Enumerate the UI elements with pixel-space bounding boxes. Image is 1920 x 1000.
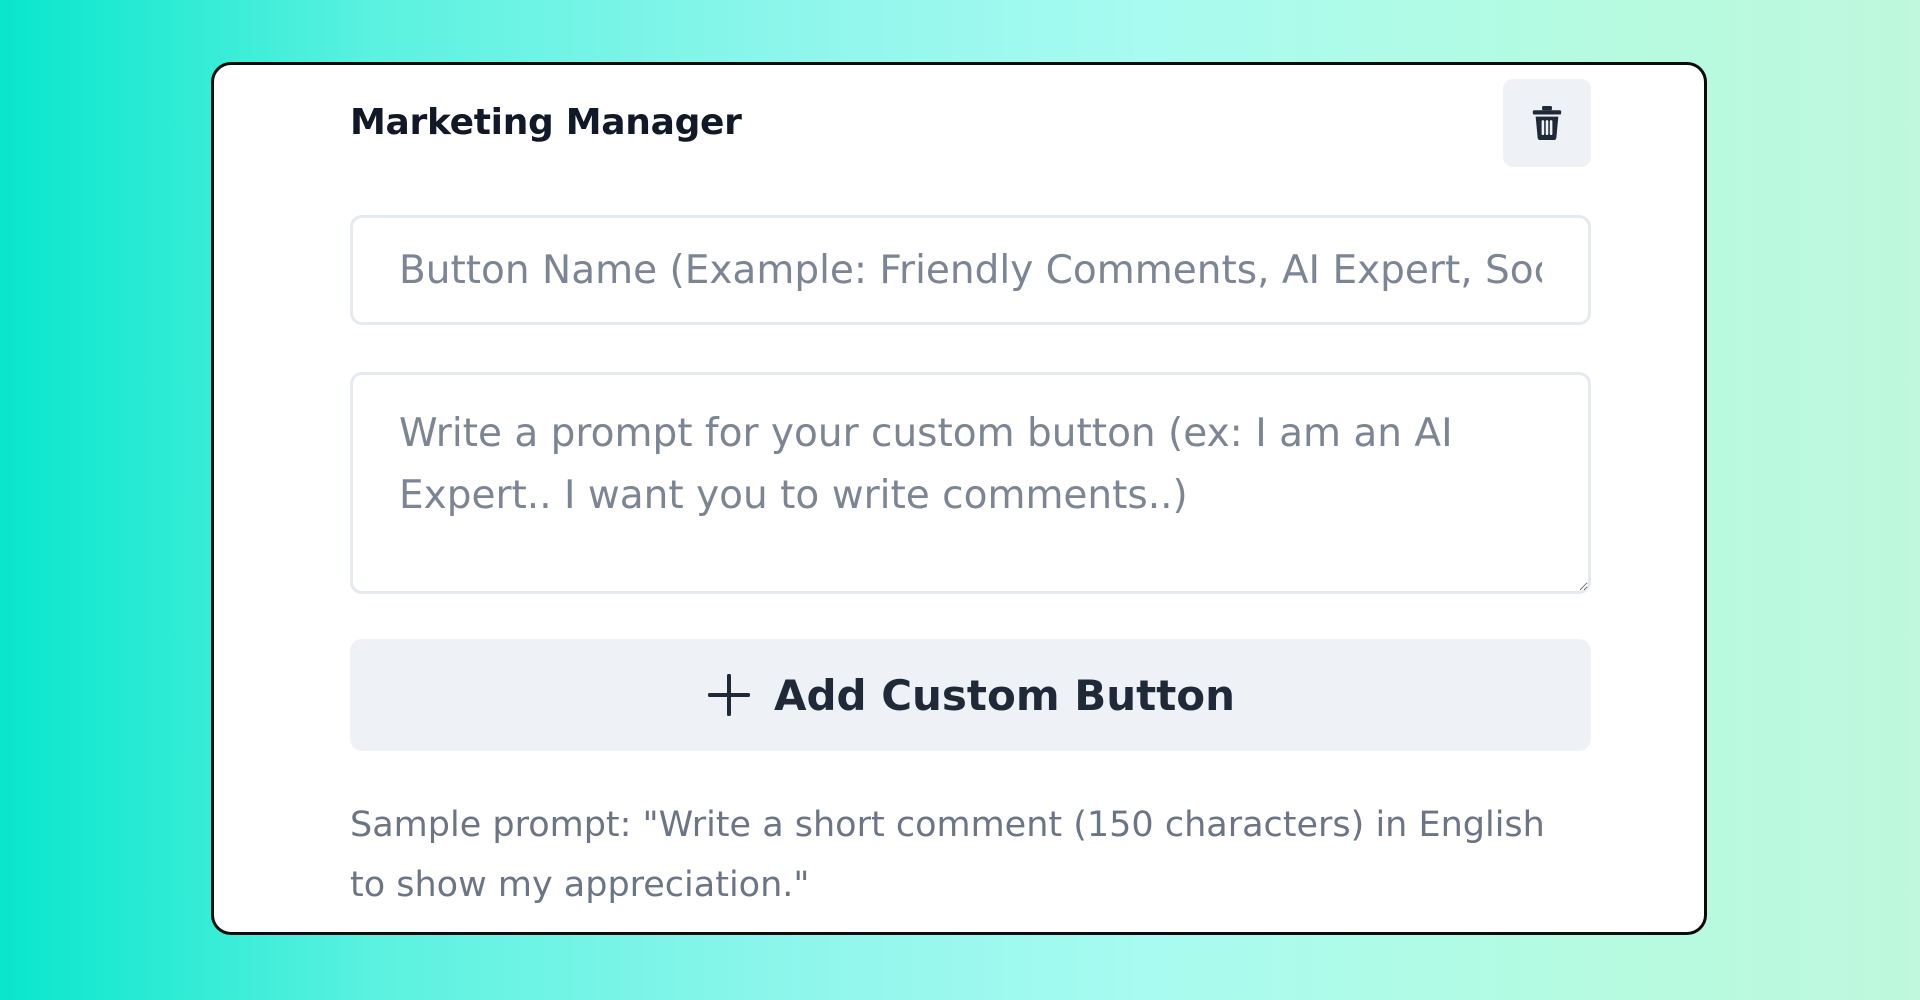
button-name-input[interactable] [350,215,1591,325]
plus-icon [707,674,750,716]
card-title: Marketing Manager [350,102,742,143]
custom-button-card: Marketing Manager Add Custom Button [211,62,1707,935]
sample-prompt-text: Sample prompt: "Write a short comment (1… [350,805,1545,905]
add-custom-button[interactable]: Add Custom Button [350,639,1591,751]
card-header: Marketing Manager [350,79,1591,167]
add-button-label: Add Custom Button [773,670,1236,720]
card-content: Marketing Manager Add Custom Button [350,65,1591,932]
trash-icon [1532,106,1562,140]
prompt-textarea[interactable] [350,372,1591,594]
delete-button[interactable] [1503,79,1591,167]
